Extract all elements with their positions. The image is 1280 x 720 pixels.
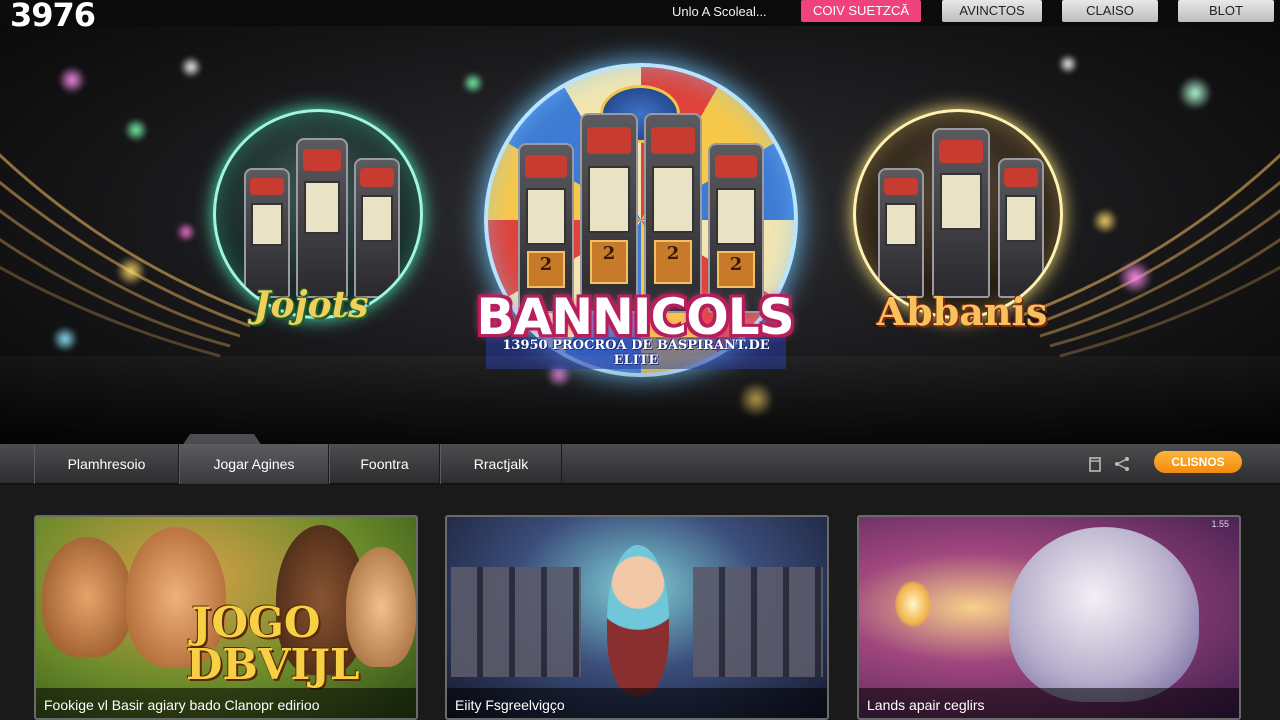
card-caption: Lands apair ceglirs bbox=[859, 688, 1239, 718]
list-icon[interactable] bbox=[1086, 455, 1104, 473]
floor-reflection bbox=[0, 356, 1280, 444]
slot-machine-icon bbox=[244, 168, 290, 298]
bokeh-light bbox=[58, 66, 86, 94]
top-bar: 3976 Unlo A Scoleal... COIV SUETZCĂ AVIN… bbox=[0, 0, 1280, 34]
bokeh-light bbox=[176, 222, 196, 242]
bokeh-light bbox=[52, 326, 78, 352]
slot-machine-icon bbox=[354, 158, 400, 298]
header-button-2[interactable]: CLAISO bbox=[1062, 0, 1158, 22]
glowing-orb-icon bbox=[895, 581, 931, 627]
tab-play-games[interactable]: Jogar Agines bbox=[179, 444, 329, 484]
slot-machine-icon bbox=[932, 128, 990, 298]
tab-rractjalk[interactable]: Rractjalk bbox=[440, 444, 562, 484]
character-figure bbox=[42, 537, 132, 657]
bokeh-light bbox=[1092, 208, 1118, 234]
slot-machine-icon bbox=[998, 158, 1044, 298]
card-caption: Eiity Fsgreelvigço bbox=[447, 688, 827, 718]
tab-home[interactable]: Plamhresoio bbox=[34, 444, 179, 484]
game-card[interactable]: JOGO DBVIJL Fookige vl Basir agiary bado… bbox=[34, 515, 418, 720]
character-figure bbox=[1009, 527, 1199, 702]
game-card[interactable]: Eiity Fsgreelvigço bbox=[445, 515, 829, 720]
hero-label-right: Abbanis bbox=[876, 289, 1048, 334]
bokeh-light bbox=[1058, 54, 1078, 74]
header-button-3[interactable]: BLOT bbox=[1178, 0, 1274, 22]
bokeh-light bbox=[462, 72, 484, 94]
character-figure bbox=[607, 545, 669, 695]
card-title: JOGO DBVIJL bbox=[186, 598, 360, 689]
tab-foontra[interactable]: Foontra bbox=[329, 444, 440, 484]
hero-banner[interactable]: Jojots 2 2 2 2 BANNICOLS 13950 PROCROA D… bbox=[0, 26, 1280, 444]
card-caption: Fookige vl Basir agiary bado Clanopr edi… bbox=[36, 688, 416, 718]
game-card[interactable]: 1.55 Lands apair ceglirs bbox=[857, 515, 1241, 720]
bokeh-light bbox=[1118, 260, 1152, 294]
bokeh-light bbox=[116, 256, 146, 286]
casinos-button[interactable]: CLISNOS bbox=[1154, 451, 1242, 473]
slot-row-left bbox=[451, 567, 581, 677]
slot-machine-icon bbox=[296, 138, 348, 298]
game-orb-right[interactable] bbox=[853, 109, 1063, 319]
signup-button[interactable]: COIV SUETZCĂ bbox=[801, 0, 921, 22]
slot-machine-icon bbox=[878, 168, 924, 298]
site-logo[interactable]: 3976 bbox=[10, 0, 96, 34]
bokeh-light bbox=[124, 118, 148, 142]
hero-label-left: Jojots bbox=[253, 284, 369, 326]
slot-row-right bbox=[693, 567, 823, 677]
slot-machine-icon: 2 bbox=[644, 113, 702, 313]
header-button-1[interactable]: AVINCTOS bbox=[942, 0, 1042, 22]
share-icon[interactable] bbox=[1113, 455, 1131, 473]
header-link[interactable]: Unlo A Scoleal... bbox=[672, 4, 767, 19]
bokeh-light bbox=[1178, 76, 1212, 110]
slot-machine-icon: 2 bbox=[580, 113, 638, 313]
card-badge: 1.55 bbox=[1211, 519, 1229, 529]
bokeh-light bbox=[180, 56, 202, 78]
